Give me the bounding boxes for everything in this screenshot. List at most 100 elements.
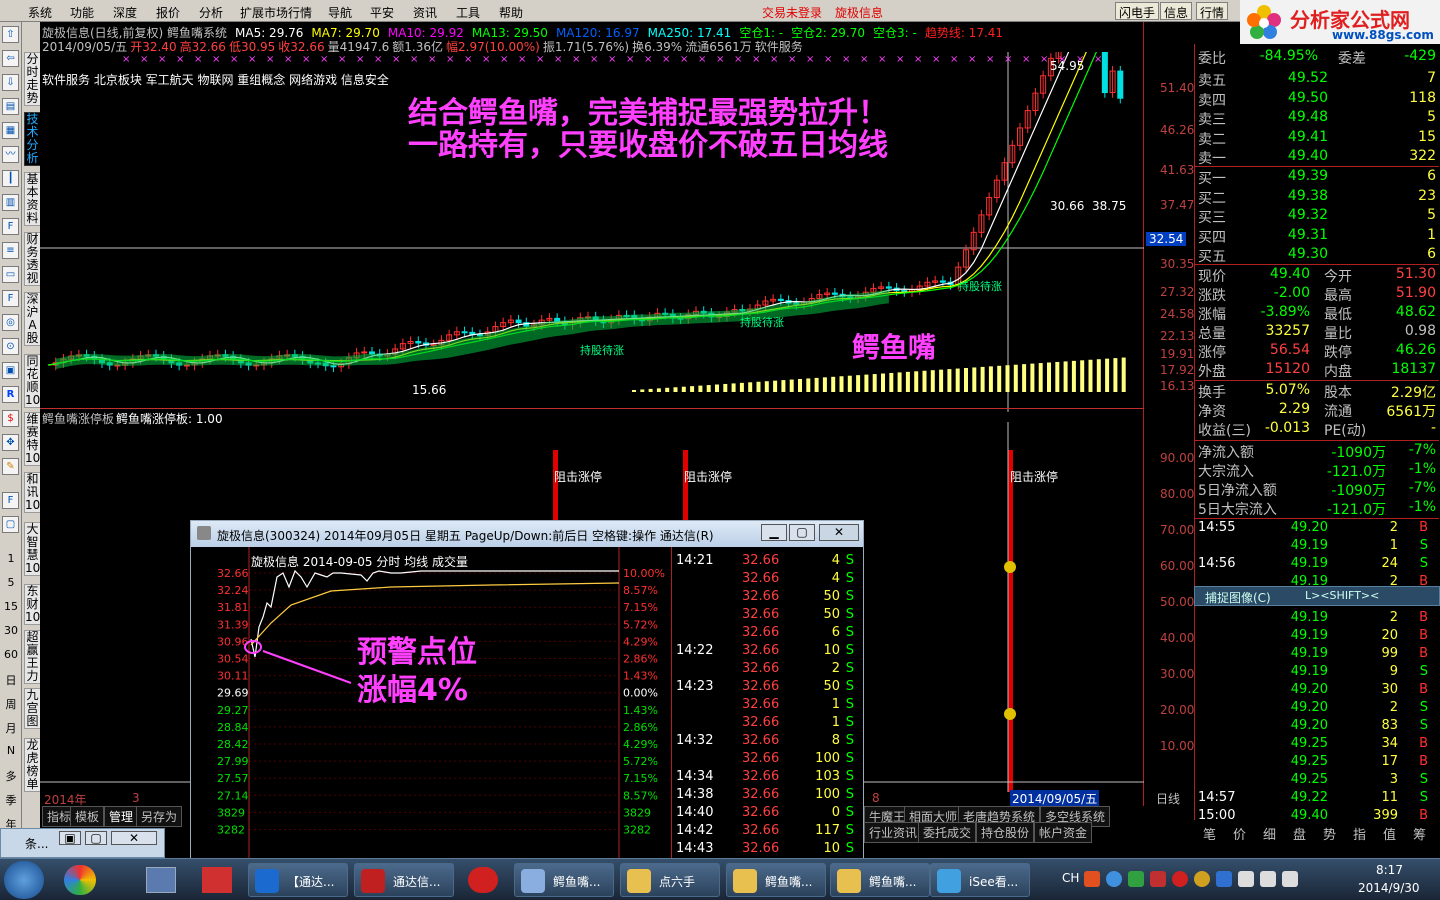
- f5-icon[interactable]: F: [2, 492, 19, 509]
- doc-icon[interactable]: ▭: [2, 266, 19, 283]
- indicator-icon[interactable]: ▣: [2, 362, 19, 379]
- money-icon[interactable]: $: [2, 410, 19, 427]
- period-5[interactable]: 5: [0, 576, 22, 589]
- tick-row[interactable]: 32.66 50 S: [672, 607, 862, 625]
- tick-row[interactable]: 32.66 1 S: [672, 715, 862, 733]
- flow-icon[interactable]: ⊙: [2, 338, 19, 355]
- table-icon[interactable]: ▥: [2, 194, 19, 211]
- explorer-icon[interactable]: [146, 867, 176, 893]
- tick-row[interactable]: 14:23 32.66 50 S: [672, 679, 862, 697]
- tick-row[interactable]: 32.66 6 S: [672, 625, 862, 643]
- capture-tooltip[interactable]: 捕捉图像(C) L><SHIFT><: [1194, 586, 1440, 606]
- tick-row[interactable]: 14:43 32.66 10 S: [672, 841, 862, 859]
- f2-icon[interactable]: F: [2, 290, 19, 307]
- period-1[interactable]: 1: [0, 552, 22, 565]
- taskbar-item-isee[interactable]: iSee看...: [930, 863, 1030, 897]
- swirl-app-icon[interactable]: [468, 867, 498, 893]
- login-status[interactable]: 交易未登录: [762, 4, 822, 21]
- down-arrow-icon[interactable]: ⇩: [2, 74, 19, 91]
- tray-security-icon[interactable]: [1128, 871, 1144, 887]
- tab-hexun[interactable]: 和讯10: [24, 472, 41, 513]
- intraday-popup[interactable]: 旋极信息(300324) 2014年09月05日 星期五 PageUp/Down…: [190, 520, 864, 861]
- menu-nav[interactable]: 导航: [328, 4, 352, 21]
- menu-function[interactable]: 功能: [70, 4, 94, 21]
- tab-orders[interactable]: 委托成交: [918, 822, 977, 843]
- tab-industry-news[interactable]: 行业资讯: [864, 822, 923, 843]
- taskbar-item-folder-3[interactable]: 鳄鱼嘴...: [830, 863, 930, 897]
- report-icon[interactable]: ▤: [2, 98, 19, 115]
- tab-ths[interactable]: 同花顺10: [24, 354, 41, 408]
- tab-finance[interactable]: 财务透视: [24, 232, 41, 286]
- taskbar-item-folder-2[interactable]: 鳄鱼嘴...: [726, 863, 826, 897]
- tick-row[interactable]: 32.66 50 S: [672, 589, 862, 607]
- clock-time[interactable]: 8:17: [1376, 863, 1403, 877]
- tab-a-shares[interactable]: 深沪A股: [24, 292, 41, 346]
- menu-news[interactable]: 资讯: [413, 4, 437, 21]
- mini-close-button[interactable]: ✕: [111, 831, 157, 845]
- period-day[interactable]: 日: [0, 672, 22, 688]
- tab-wst[interactable]: 维赛特10: [24, 412, 41, 466]
- close-button[interactable]: ✕: [819, 524, 859, 541]
- quote-tab[interactable]: 盘: [1293, 824, 1306, 843]
- rsi-icon[interactable]: R: [2, 386, 19, 403]
- tab-chaoying[interactable]: 超赢王力: [24, 630, 41, 684]
- clock-date[interactable]: 2014/9/30: [1358, 881, 1420, 895]
- menu-tools[interactable]: 工具: [456, 4, 480, 21]
- move-icon[interactable]: ✥: [2, 434, 19, 451]
- compass-icon[interactable]: ◎: [2, 314, 19, 331]
- popup-titlebar[interactable]: 旋极信息(300324) 2014年09月05日 星期五 PageUp/Down…: [191, 521, 863, 547]
- period-week[interactable]: 周: [0, 696, 22, 712]
- taskbar-item-croc-1[interactable]: 鳄鱼嘴...: [514, 863, 614, 897]
- left-arrow-icon[interactable]: ⇦: [2, 50, 19, 67]
- info-button[interactable]: 信息: [1160, 2, 1193, 20]
- quote-tab[interactable]: 值: [1383, 824, 1396, 843]
- menu-extended[interactable]: 扩展市场行情: [240, 4, 312, 21]
- period-15[interactable]: 15: [0, 600, 22, 613]
- mini-restore-button[interactable]: ▣: [59, 831, 81, 845]
- tick-row[interactable]: 14:42 32.66 117 S: [672, 823, 862, 841]
- kline-canvas[interactable]: × × × × × × × × × × × × × × × × × × × × × × × × × × × × × × × × × × × × × × × ×…: [40, 52, 1144, 412]
- tick-row[interactable]: 32.66 2 S: [672, 661, 862, 679]
- tray-yellow-icon[interactable]: [1194, 871, 1210, 887]
- ribbon-app-icon[interactable]: [202, 867, 232, 893]
- tray-volume-icon[interactable]: [1282, 871, 1298, 887]
- tray-app-icon[interactable]: [1150, 871, 1166, 887]
- pencil-icon[interactable]: ✎: [2, 458, 19, 475]
- tray-monitor-icon[interactable]: [1260, 871, 1276, 887]
- tick-row[interactable]: 14:22 32.66 10 S: [672, 643, 862, 661]
- window-icon[interactable]: ▢: [2, 516, 19, 533]
- menu-analysis[interactable]: 分析: [199, 4, 223, 21]
- period-multi[interactable]: 多: [0, 768, 22, 784]
- tab-account-funds[interactable]: 帐户资金: [1034, 822, 1093, 843]
- tab-holdings[interactable]: 持仓股份: [976, 822, 1035, 843]
- tab-basic-info[interactable]: 基本资料: [24, 172, 41, 226]
- tick-row[interactable]: 32.66 100 S: [672, 751, 862, 769]
- mini-window[interactable]: 条... ▣ ▢ ✕: [0, 828, 165, 858]
- tick-list[interactable]: 14:21 32.66 4 S 32.66 4 S 32.66 50 S 32.66 50 S 32.66…: [671, 547, 863, 859]
- tab-template[interactable]: 模板: [70, 806, 105, 827]
- quote-tab[interactable]: 笔: [1203, 824, 1216, 843]
- tick-row[interactable]: 14:38 32.66 100 S: [672, 787, 862, 805]
- period-30[interactable]: 30: [0, 624, 22, 637]
- list-icon[interactable]: ≡: [2, 242, 19, 259]
- market-button[interactable]: 行情: [1196, 2, 1229, 20]
- period-n[interactable]: N: [0, 744, 22, 757]
- taskbar-item-tdx-1[interactable]: 【通达...: [248, 863, 348, 897]
- minimize-button[interactable]: ▁: [761, 524, 787, 541]
- line-chart-icon[interactable]: 〰: [2, 146, 19, 163]
- taskbar-item-tdx-2[interactable]: 通达信...: [354, 863, 454, 897]
- menu-system[interactable]: 系统: [28, 4, 52, 21]
- kline-icon[interactable]: ┃: [2, 170, 19, 187]
- quote-tab[interactable]: 势: [1323, 824, 1336, 843]
- menu-depth[interactable]: 深度: [113, 4, 137, 21]
- period-60[interactable]: 60: [0, 648, 22, 661]
- tick-row[interactable]: 14:34 32.66 103 S: [672, 769, 862, 787]
- tab-jiugong[interactable]: 九宫图: [24, 688, 41, 729]
- tab-dragon-tiger[interactable]: 龙虎榜单: [24, 738, 41, 792]
- quote-tab[interactable]: 指: [1353, 824, 1366, 843]
- quote-tab[interactable]: 细: [1263, 824, 1276, 843]
- tab-technical[interactable]: 技术分析: [24, 112, 41, 166]
- app-launcher-icon[interactable]: [64, 865, 96, 895]
- tab-intraday[interactable]: 分时走势: [24, 52, 41, 106]
- start-icon[interactable]: [4, 861, 44, 899]
